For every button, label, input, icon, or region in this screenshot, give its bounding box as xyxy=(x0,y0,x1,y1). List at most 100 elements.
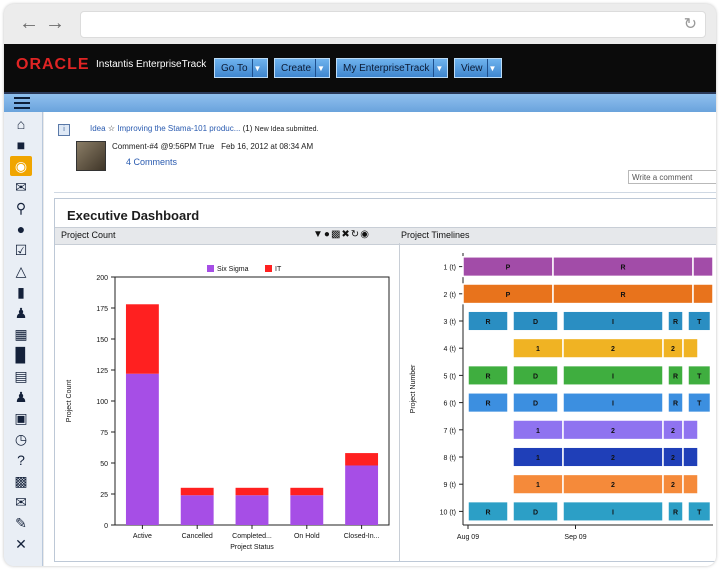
lightbulb-icon[interactable]: ● xyxy=(10,219,32,239)
edit-icon[interactable]: ✎ xyxy=(10,513,32,533)
segment-label: T xyxy=(697,509,702,516)
segment-label: P xyxy=(506,265,511,272)
row-label: 3 (t) xyxy=(444,319,456,326)
view-label: View xyxy=(461,63,483,74)
segment-label: 1 xyxy=(536,455,540,462)
globe-icon[interactable]: ◉ xyxy=(10,156,32,176)
y-tick-label: 100 xyxy=(96,399,108,406)
bar-it xyxy=(125,304,159,374)
home-icon[interactable]: ⌂ xyxy=(10,114,32,134)
idea-type-link[interactable]: Idea xyxy=(90,124,106,133)
create-menu-button[interactable]: Create ▼ xyxy=(274,58,330,78)
gantt-segment xyxy=(692,283,714,305)
y-tick-label: 25 xyxy=(100,492,108,499)
segment-label: R xyxy=(485,319,490,326)
my-enterprisetrack-label: My EnterpriseTrack xyxy=(343,63,430,74)
checkbox-icon[interactable]: ☑ xyxy=(10,240,32,260)
sub-toolbar xyxy=(4,94,716,112)
y-tick-label: 75 xyxy=(100,430,108,437)
browser-window: ← → ↻ ORACLE Instantis EnterpriseTrack G… xyxy=(4,4,716,566)
comment-input[interactable]: Write a comment xyxy=(628,170,716,184)
y-tick-label: 50 xyxy=(100,461,108,468)
goto-label: Go To xyxy=(221,63,248,74)
people-icon[interactable]: ♟ xyxy=(10,387,32,407)
forward-arrow-icon[interactable]: → xyxy=(44,12,66,34)
back-arrow-icon[interactable]: ← xyxy=(18,12,40,34)
sidebar: ⌂ ■ ◉ ✉ ⚲ ● ☑ △ ▮ ♟ ▦ ▉ ▤ ♟ ▣ ◷ ? ▩ ✉ ✎ … xyxy=(4,112,43,566)
hamburger-menu-icon[interactable] xyxy=(14,97,30,109)
chat-icon[interactable]: ▣ xyxy=(10,408,32,428)
idea-note: New Idea submitted. xyxy=(254,126,319,133)
legend-label: IT xyxy=(275,266,282,273)
gantt-segment xyxy=(692,256,714,278)
my-enterprisetrack-menu-button[interactable]: My EnterpriseTrack ▼ xyxy=(336,58,448,78)
refresh-icon[interactable]: ↻ xyxy=(351,229,360,240)
address-bar[interactable]: ↻ xyxy=(80,11,706,38)
segment-label: I xyxy=(612,319,614,326)
link-icon[interactable]: ● xyxy=(324,229,331,240)
x-axis-label: Project Status xyxy=(230,544,274,551)
person-icon[interactable]: ♟ xyxy=(10,303,32,323)
panel-tools: ▼●▩✖↻◉ xyxy=(313,229,370,240)
segment-label: P xyxy=(506,292,511,299)
segment-label: I xyxy=(612,401,614,408)
comments-link[interactable]: 4 Comments xyxy=(126,157,177,167)
idea-title-link[interactable]: Improving the Stama-101 produc... xyxy=(117,124,240,133)
segment-label: D xyxy=(533,373,538,380)
segment-label: T xyxy=(697,319,702,326)
project-timelines-title: Project Timelines xyxy=(401,230,470,240)
network-icon[interactable]: △ xyxy=(10,261,32,281)
bar-it xyxy=(290,487,324,496)
expand-icon[interactable]: ✖ xyxy=(341,229,350,240)
star-icon[interactable]: ☆ xyxy=(108,124,115,133)
segment-label: D xyxy=(533,319,538,326)
folder-icon[interactable]: ▮ xyxy=(10,282,32,302)
clock-icon[interactable]: ◷ xyxy=(10,429,32,449)
comment-meta: Comment-#4 @9:56PM True Feb 16, 2012 at … xyxy=(112,142,313,151)
chevron-down-icon: ▼ xyxy=(315,59,326,77)
view-menu-button[interactable]: View ▼ xyxy=(454,58,502,78)
segment-label: T xyxy=(697,373,702,380)
legend-swatch xyxy=(207,265,214,272)
pdf-icon[interactable]: ▩ xyxy=(331,229,341,240)
segment-label: I xyxy=(612,373,614,380)
comment-author-time: Comment-#4 @9:56PM True xyxy=(112,142,215,151)
filter-icon[interactable]: ▼ xyxy=(313,229,324,240)
book-icon[interactable]: ▤ xyxy=(10,366,32,386)
x-tick-label: Sep 09 xyxy=(564,534,586,541)
row-label: 10 (t) xyxy=(440,509,456,516)
project-count-chart: 0 25 50 75 100 125 150 175 200 Active Cancelled Com… xyxy=(66,265,390,551)
bar-chart-icon[interactable]: ▉ xyxy=(10,345,32,365)
briefcase-icon[interactable]: ■ xyxy=(10,135,32,155)
y-tick-label: 175 xyxy=(96,306,108,313)
mail-icon[interactable]: ✉ xyxy=(10,177,32,197)
x-tick-label: Aug 09 xyxy=(457,534,479,541)
bar-it xyxy=(345,453,379,466)
project-count-title: Project Count xyxy=(61,230,116,240)
reload-icon[interactable]: ↻ xyxy=(684,14,697,34)
bar-six-sigma xyxy=(345,465,379,525)
calendar-icon[interactable]: ▦ xyxy=(10,324,32,344)
row-label: 9 (t) xyxy=(444,482,456,489)
y-tick-label: 200 xyxy=(96,275,108,282)
gantt-segment xyxy=(682,473,699,495)
bar-it xyxy=(235,487,269,496)
bar-six-sigma xyxy=(290,495,324,525)
segment-label: 2 xyxy=(671,482,675,489)
segment-label: 1 xyxy=(536,482,540,489)
row-label: 1 (t) xyxy=(444,265,456,272)
document-icon[interactable]: ▩ xyxy=(10,471,32,491)
segment-label: R xyxy=(485,373,490,380)
goto-menu-button[interactable]: Go To ▼ xyxy=(214,58,268,78)
globe-icon[interactable]: ◉ xyxy=(360,229,370,240)
x-tick-label: Cancelled xyxy=(182,533,213,540)
mail-icon[interactable]: ✉ xyxy=(10,492,32,512)
bar-it xyxy=(180,487,214,496)
tools-icon[interactable]: ✕ xyxy=(10,534,32,554)
segment-label: I xyxy=(612,509,614,516)
main-content: i Idea ☆ Improving the Stama-101 produc.… xyxy=(44,112,716,566)
key-icon[interactable]: ⚲ xyxy=(10,198,32,218)
segment-label: D xyxy=(533,509,538,516)
row-label: 5 (t) xyxy=(444,373,456,380)
help-icon[interactable]: ? xyxy=(10,450,32,470)
